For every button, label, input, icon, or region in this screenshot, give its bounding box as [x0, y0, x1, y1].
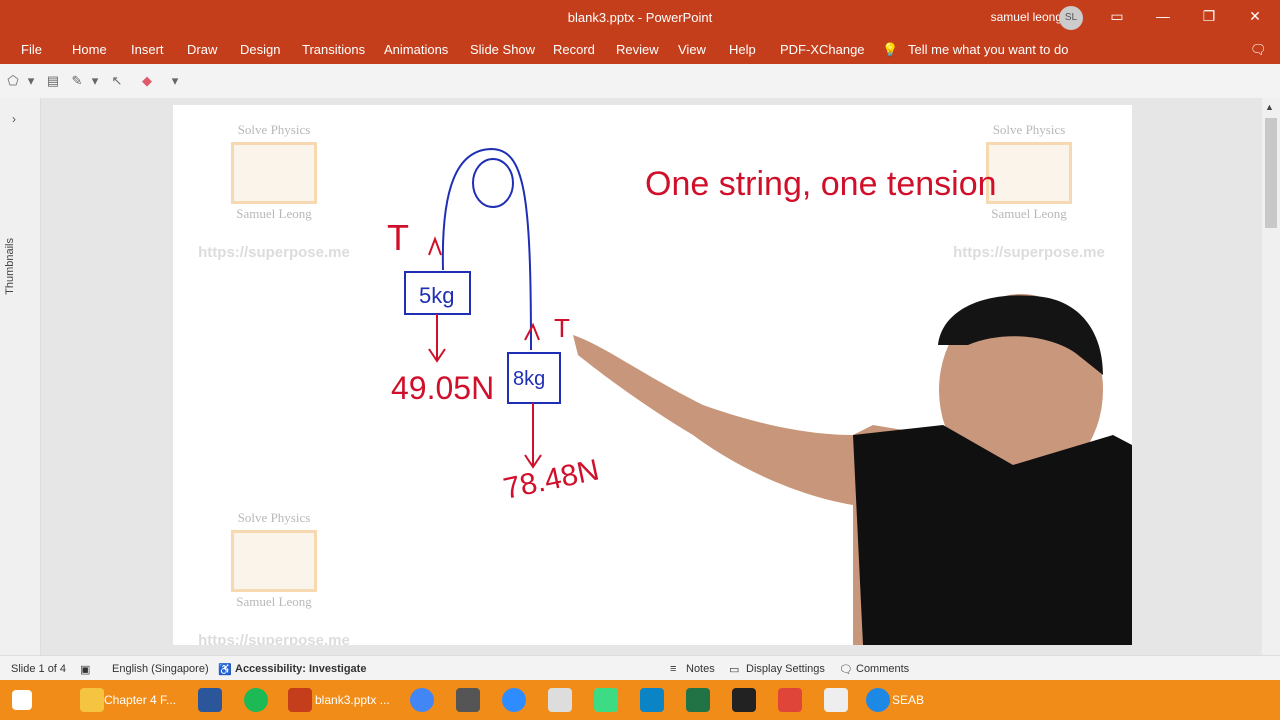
excel-icon[interactable] [686, 688, 710, 712]
lasso-icon[interactable]: ⬠ [4, 72, 22, 90]
eraser-icon[interactable]: ◆ [138, 72, 156, 90]
tab-view[interactable]: View [678, 42, 706, 57]
customize-icon[interactable]: ▾ [166, 72, 184, 90]
restore-icon[interactable]: ❐ [1186, 4, 1232, 28]
tell-me-search[interactable]: Tell me what you want to do [908, 42, 1068, 57]
tab-review[interactable]: Review [616, 42, 659, 57]
comment-icon[interactable]: 🗨 [1250, 42, 1267, 58]
tab-transitions[interactable]: Transitions [302, 42, 365, 57]
text-box-icon[interactable]: ▤ [44, 72, 62, 90]
app-icon[interactable] [824, 688, 848, 712]
pen-icon[interactable]: ✎ [68, 72, 86, 90]
thumbnails-pane: › Thumbnails [0, 98, 41, 655]
chevron-down-icon[interactable]: ▾ [86, 72, 104, 90]
file-explorer-icon[interactable] [80, 688, 104, 712]
display-settings-button[interactable]: Display Settings [746, 663, 825, 675]
close-icon[interactable]: ✕ [1232, 4, 1278, 28]
tab-insert[interactable]: Insert [131, 42, 164, 57]
title-bar: blank3.pptx - PowerPoint samuel leong SL… [0, 0, 1280, 64]
chrome-icon[interactable] [410, 688, 434, 712]
presenter-video [573, 294, 1132, 645]
notepad-icon[interactable] [548, 688, 572, 712]
tab-animations[interactable]: Animations [384, 42, 448, 57]
app-icon[interactable] [732, 688, 756, 712]
presenter-shirt [853, 425, 1132, 645]
zoom-icon[interactable] [502, 688, 526, 712]
tab-home[interactable]: Home [72, 42, 107, 57]
tab-help[interactable]: Help [729, 42, 756, 57]
vertical-scrollbar[interactable]: ▲ [1262, 98, 1280, 655]
language[interactable]: English (Singapore) [112, 663, 209, 675]
word-icon[interactable] [198, 688, 222, 712]
taskbar-item-label[interactable]: blank3.pptx ... [315, 693, 390, 707]
comments-icon: 🗨 [839, 664, 853, 676]
taskbar: Chapter 4 F... blank3.pptx ... SEAB [0, 680, 1280, 720]
edge-icon[interactable] [866, 688, 890, 712]
slide-info: Slide 1 of 4 [11, 663, 67, 675]
app-icon[interactable] [640, 688, 664, 712]
spelling-icon[interactable]: ▣ [80, 663, 90, 676]
lightbulb-icon: 💡 [882, 42, 899, 57]
thumbnails-label[interactable]: Thumbnails [4, 238, 16, 295]
tab-slide-show[interactable]: Slide Show [470, 42, 535, 57]
windows-start-icon[interactable] [12, 690, 32, 710]
tab-pdf-xchange[interactable]: PDF-XChange [780, 42, 865, 57]
comments-button[interactable]: Comments [856, 663, 909, 675]
scroll-thumb[interactable] [1265, 118, 1277, 228]
chevron-down-icon[interactable]: ▾ [22, 72, 40, 90]
slide[interactable]: Solve Physics Samuel Leong https://super… [173, 105, 1132, 645]
taskbar-item-label[interactable]: SEAB [892, 693, 924, 707]
spotify-icon[interactable] [244, 688, 268, 712]
tab-design[interactable]: Design [240, 42, 280, 57]
tab-file[interactable]: File [21, 42, 42, 57]
minimize-icon[interactable]: — [1140, 4, 1186, 28]
display-settings-icon: ▭ [729, 664, 740, 676]
ribbon-tabs: File Home Insert Draw Design Transitions… [0, 38, 1280, 62]
chevron-right-icon[interactable]: › [12, 112, 16, 126]
draw-toolbar: ⬠ ▾ ▤ ✎ ▾ ↖ ◆ ▾ [0, 64, 1280, 99]
select-icon[interactable]: ↖ [108, 72, 126, 90]
accessibility-status[interactable]: Accessibility: Investigate [235, 663, 366, 675]
notes-icon: ≡ [670, 663, 677, 675]
powerpoint-icon[interactable] [288, 688, 312, 712]
status-bar: Slide 1 of 4 ▣ English (Singapore) ♿ Acc… [0, 655, 1280, 681]
scroll-up-icon[interactable]: ▲ [1265, 102, 1274, 112]
android-icon[interactable] [594, 688, 618, 712]
window-title: blank3.pptx - PowerPoint [567, 10, 713, 25]
pen-tool-icon[interactable] [456, 688, 480, 712]
tab-record[interactable]: Record [553, 42, 595, 57]
taskbar-item-label[interactable]: Chapter 4 F... [104, 693, 176, 707]
user-name[interactable]: samuel leong [991, 10, 1062, 24]
tab-draw[interactable]: Draw [187, 42, 217, 57]
accessibility-icon: ♿ [218, 664, 232, 676]
ribbon-display-icon[interactable]: ▭ [1094, 4, 1140, 28]
notes-button[interactable]: Notes [686, 663, 715, 675]
app-icon[interactable] [778, 688, 802, 712]
avatar[interactable]: SL [1059, 6, 1083, 30]
